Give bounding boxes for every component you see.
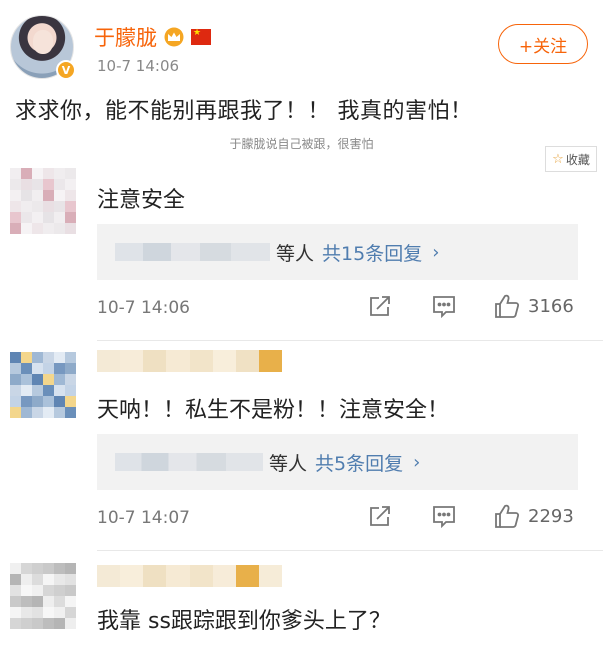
comment-time: 10-7 14:06 (97, 298, 190, 318)
avatar[interactable] (10, 352, 76, 418)
collect-button[interactable]: ☆ 收藏 (545, 146, 597, 172)
like-count: 3166 (528, 295, 574, 317)
comment-actions: 3166 (368, 293, 583, 319)
avatar[interactable] (10, 168, 76, 234)
share-icon[interactable] (368, 504, 392, 528)
poster-username-text[interactable]: 于朦胧 (94, 22, 157, 52)
comment-text: 天呐！！私生不是粉！！注意安全！ (97, 398, 450, 423)
post-text: 求求你，能不能别再跟我了！！ 我真的害怕！ (15, 99, 473, 124)
post-time: 10-7 14:06 (97, 57, 180, 75)
reply-others-label: 等人 (269, 452, 308, 475)
reply-others-label: 等人 (276, 242, 315, 265)
share-icon[interactable] (368, 294, 392, 318)
chevron-right-icon: › (413, 451, 421, 473)
follow-button[interactable]: +关注 (498, 24, 588, 64)
star-icon: ☆ (552, 151, 564, 167)
reply-summary[interactable]: 等人 共15条回复 › (97, 224, 578, 280)
crown-icon (164, 27, 184, 47)
divider (97, 550, 603, 551)
reply-count-link[interactable]: 共15条回复 (322, 239, 422, 266)
commenter-name-blurred[interactable] (97, 565, 282, 587)
comment-text: 我靠 ss跟踪跟到你爹头上了？ (97, 609, 391, 634)
like-icon[interactable] (494, 503, 520, 529)
divider (97, 340, 603, 341)
like-icon[interactable] (494, 293, 520, 319)
comment-text: 注意安全 (97, 188, 186, 213)
comment-time: 10-7 14:07 (97, 508, 190, 528)
like-count: 2293 (528, 505, 574, 527)
image-caption: 于朦胧说自己被跟，很害怕 (229, 137, 374, 151)
reply-count-link[interactable]: 共5条回复 (315, 449, 403, 476)
china-flag-icon (191, 28, 211, 45)
comment-icon[interactable] (432, 504, 456, 528)
reply-users-blurred (115, 243, 270, 261)
comment-icon[interactable] (432, 294, 456, 318)
verified-badge-icon: V (56, 60, 76, 80)
avatar[interactable] (10, 563, 76, 629)
comment-actions: 2293 (368, 503, 583, 529)
reply-users-blurred (115, 453, 263, 471)
poster-username[interactable]: 于朦胧 (94, 22, 211, 52)
commenter-name-blurred[interactable] (97, 350, 282, 372)
reply-summary[interactable]: 等人 共5条回复 › (97, 434, 578, 490)
collect-label: 收藏 (565, 152, 590, 167)
chevron-right-icon: › (432, 241, 440, 263)
